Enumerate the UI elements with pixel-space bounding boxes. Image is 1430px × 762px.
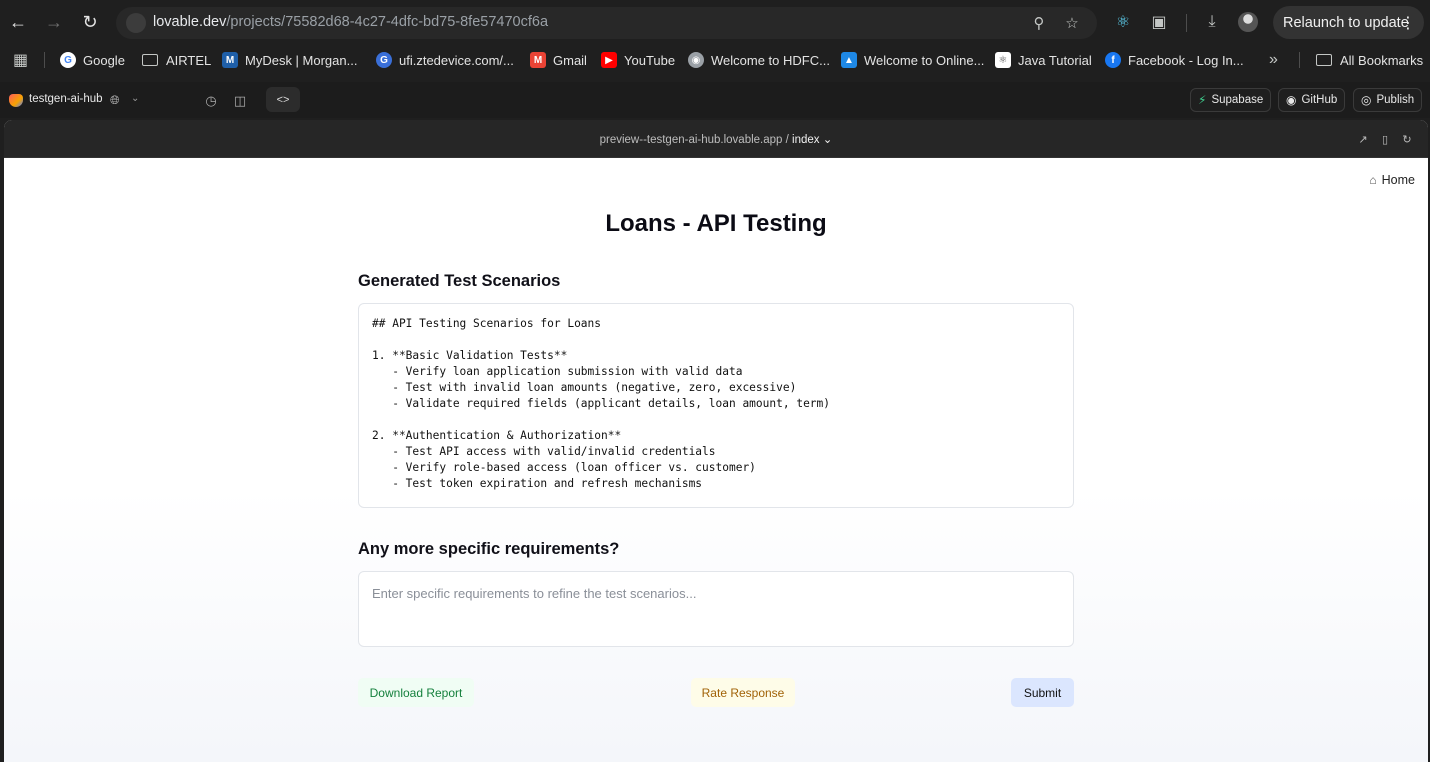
- preview-url[interactable]: preview--testgen-ai-hub.lovable.app / in…: [4, 132, 1428, 146]
- google-icon: G: [60, 52, 76, 68]
- open-external-icon[interactable]: ↗: [1355, 131, 1371, 147]
- scenarios-text: ## API Testing Scenarios for Loans 1. **…: [372, 317, 831, 490]
- history-icon[interactable]: ◷: [201, 91, 221, 111]
- globe-icon: 🌐︎: [110, 93, 120, 107]
- reload-icon[interactable]: ↻: [77, 9, 103, 35]
- home-label: Home: [1381, 173, 1415, 187]
- page-title: Loans - API Testing: [605, 210, 827, 237]
- zte-icon: G: [376, 52, 392, 68]
- zoom-search-icon[interactable]: ⚲: [1029, 13, 1049, 33]
- forward-icon[interactable]: →: [41, 9, 67, 35]
- code-icon: <>: [276, 93, 290, 106]
- bookmark-label: Welcome to HDFC...: [711, 52, 830, 68]
- scenarios-heading: Generated Test Scenarios: [358, 272, 561, 290]
- bookmarks-bar: ▦ G Google AIRTEL M MyDesk | Morgan... Gufi.z…: [0, 45, 1430, 75]
- mobile-view-icon[interactable]: ▯: [1377, 131, 1393, 147]
- bookmark-label: Java Tutorial: [1018, 52, 1092, 68]
- globe-icon: ◎: [1361, 93, 1372, 107]
- java-icon: ⚛: [995, 52, 1011, 68]
- app-page: ⌂ Home Loans - API Testing Generated Tes…: [4, 158, 1428, 762]
- chevron-down-icon[interactable]: ⌄: [131, 93, 139, 104]
- all-bookmarks-label: All Bookmarks: [1340, 52, 1424, 68]
- bookmark-label: Gmail: [553, 52, 587, 68]
- publish-label: Publish: [1376, 94, 1415, 106]
- url-host: lovable.dev: [153, 14, 227, 30]
- youtube-icon: ▶: [601, 52, 617, 68]
- bookmark-label: MyDesk | Morgan...: [245, 52, 358, 68]
- address-url[interactable]: lovable.dev/projects/75582d68-4c27-4dfc-…: [153, 14, 548, 30]
- rate-response-button[interactable]: Rate Response: [691, 678, 795, 707]
- relaunch-button[interactable]: Relaunch to update ⋮: [1273, 6, 1424, 39]
- browser-toolbar: ← → ↻ lovable.dev/projects/75582d68-4c27…: [0, 0, 1430, 45]
- toolbar-divider: [1186, 14, 1187, 32]
- preview-page-label: index: [792, 134, 820, 146]
- more-bookmarks-icon[interactable]: »: [1269, 51, 1278, 69]
- bookmark-label: Facebook - Log In...: [1128, 52, 1244, 68]
- bookmark-item[interactable]: ▶ YouTube: [601, 51, 675, 69]
- extensions-icon[interactable]: ▣: [1148, 11, 1170, 33]
- folder-icon: [1316, 54, 1332, 66]
- folder-icon: [142, 54, 158, 66]
- scenarios-output[interactable]: ## API Testing Scenarios for Loans 1. **…: [358, 303, 1074, 508]
- code-view-toggle[interactable]: <>: [266, 87, 300, 112]
- publish-button[interactable]: ◎ Publish: [1353, 88, 1423, 112]
- github-button[interactable]: ◉ GitHub: [1278, 88, 1346, 112]
- online-icon: ▲: [841, 52, 857, 68]
- bookmark-item[interactable]: AIRTEL: [142, 51, 211, 69]
- lovable-editor-bar: testgen-ai-hub 🌐︎ ⌄ ◷ ◫ <> ⚡︎ Supabase ◉…: [0, 82, 1430, 118]
- supabase-button[interactable]: ⚡︎ Supabase: [1190, 88, 1272, 112]
- home-link[interactable]: ⌂ Home: [1369, 173, 1415, 187]
- requirements-input[interactable]: [358, 571, 1074, 647]
- bookmark-star-icon[interactable]: ☆: [1062, 13, 1082, 33]
- bookmark-label: YouTube: [624, 52, 676, 68]
- download-icon[interactable]: ⤓: [1201, 11, 1223, 33]
- apps-grid-icon[interactable]: ▦: [13, 51, 28, 69]
- home-icon: ⌂: [1369, 173, 1377, 187]
- back-icon[interactable]: ←: [5, 9, 31, 35]
- bookmark-item[interactable]: ⚛ Java Tutorial: [995, 51, 1092, 69]
- download-report-button[interactable]: Download Report: [358, 678, 474, 707]
- relaunch-label: Relaunch to update: [1283, 14, 1409, 31]
- bookmark-item[interactable]: M MyDesk | Morgan...: [222, 51, 357, 69]
- requirements-heading: Any more specific requirements?: [358, 540, 620, 558]
- lovable-logo-icon[interactable]: [9, 94, 23, 107]
- preview-host: preview--testgen-ai-hub.lovable.app /: [599, 134, 789, 146]
- refresh-preview-icon[interactable]: ↻: [1399, 131, 1415, 147]
- bookmark-label: AIRTEL: [166, 52, 212, 68]
- github-label: GitHub: [1301, 94, 1338, 106]
- bookmark-item[interactable]: f Facebook - Log In...: [1105, 51, 1244, 69]
- url-path: /projects/75582d68-4c27-4dfc-bd75-8fe574…: [226, 14, 549, 30]
- bookmark-item[interactable]: ◉ Welcome to HDFC...: [688, 51, 830, 69]
- bookmark-item[interactable]: Gufi.ztedevice.com/...: [376, 51, 514, 69]
- site-settings-icon[interactable]: [126, 13, 146, 33]
- gmail-icon: M: [530, 52, 546, 68]
- bookmark-item[interactable]: M Gmail: [530, 51, 587, 69]
- bookmark-label: Google: [83, 52, 125, 68]
- supabase-label: Supabase: [1211, 94, 1264, 106]
- project-name[interactable]: testgen-ai-hub: [29, 93, 103, 105]
- submit-button[interactable]: Submit: [1011, 678, 1074, 707]
- profile-avatar[interactable]: [1238, 12, 1258, 32]
- bookmark-item[interactable]: ▲ Welcome to Online...: [841, 51, 984, 69]
- preview-frame: preview--testgen-ai-hub.lovable.app / in…: [4, 120, 1428, 762]
- bookmark-item[interactable]: G Google: [60, 51, 125, 69]
- bookmark-label: ufi.ztedevice.com/...: [399, 52, 514, 68]
- globe-icon: ◉: [688, 52, 704, 68]
- bookmark-label: Welcome to Online...: [864, 52, 985, 68]
- menu-dots-icon[interactable]: ⋮: [1400, 13, 1416, 33]
- facebook-icon: f: [1105, 52, 1121, 68]
- preview-header: preview--testgen-ai-hub.lovable.app / in…: [4, 120, 1428, 158]
- github-icon: ◉: [1286, 93, 1297, 107]
- react-devtools-icon[interactable]: ⚛: [1112, 11, 1134, 33]
- bookmarks-divider-2: [1299, 52, 1300, 68]
- preview-page-select[interactable]: index ⌄: [792, 134, 832, 146]
- bookmarks-divider: [44, 52, 45, 68]
- address-bar[interactable]: lovable.dev/projects/75582d68-4c27-4dfc-…: [116, 7, 1097, 39]
- supabase-bolt-icon: ⚡︎: [1198, 93, 1207, 107]
- mydesk-icon: M: [222, 52, 238, 68]
- sidebar-toggle-icon[interactable]: ◫: [230, 91, 250, 111]
- all-bookmarks[interactable]: All Bookmarks: [1316, 51, 1423, 69]
